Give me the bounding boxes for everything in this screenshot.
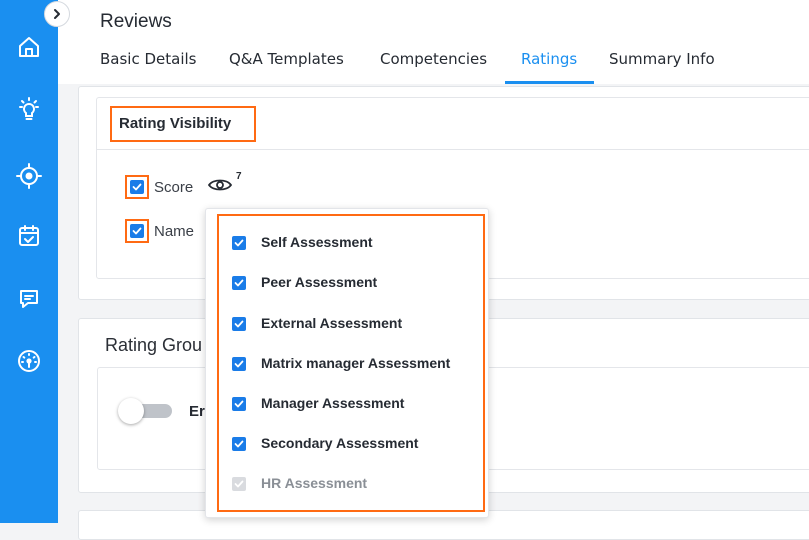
hr-assessment-checkbox [232,477,246,491]
tab-summary-info[interactable]: Summary Info [609,50,715,68]
self-assessment-checkbox[interactable] [232,236,246,250]
manager-assessment-checkbox[interactable] [232,397,246,411]
option-label: External Assessment [261,315,403,331]
option-label: Secondary Assessment [261,435,419,451]
toggle-knob [118,398,144,424]
tab-competencies[interactable]: Competencies [380,50,487,68]
divider [97,149,809,150]
option-label: Peer Assessment [261,274,378,290]
external-assessment-checkbox[interactable] [232,317,246,331]
peer-assessment-checkbox[interactable] [232,276,246,290]
option-label: HR Assessment [261,475,368,491]
rating-group-toggle[interactable] [118,398,172,424]
tab-basic-details[interactable]: Basic Details [100,50,196,68]
rating-visibility-title: Rating Visibility [110,106,256,142]
chat-icon[interactable] [15,285,43,313]
name-checkbox[interactable] [130,224,144,238]
visibility-roles-dropdown: Self Assessment Peer Assessment External… [205,208,489,518]
sidebar [0,0,58,523]
page-header: Reviews Basic Details Q&A Templates Comp… [58,0,809,84]
eye-icon[interactable] [207,177,233,198]
home-icon[interactable] [15,33,43,61]
tab-ratings[interactable]: Ratings [521,50,577,68]
visibility-count-badge: 7 [236,171,242,182]
option-label: Matrix manager Assessment [261,355,451,371]
sidebar-collapse-button[interactable] [44,1,70,27]
option-label: Manager Assessment [261,395,405,411]
gauge-icon[interactable] [15,347,43,375]
rating-group-toggle-label: Er [189,403,205,420]
secondary-assessment-checkbox[interactable] [232,437,246,451]
tab-qa-templates[interactable]: Q&A Templates [229,50,344,68]
active-tab-indicator [505,81,594,84]
target-icon[interactable] [15,162,43,190]
score-label: Score [154,179,194,196]
bulb-icon[interactable] [15,95,43,123]
page-title: Reviews [100,11,172,32]
calendar-check-icon[interactable] [15,222,43,250]
name-label: Name [154,223,195,240]
score-checkbox[interactable] [130,180,144,194]
matrix-manager-assessment-checkbox[interactable] [232,357,246,371]
rating-group-title: Rating Grou [105,335,203,355]
option-label: Self Assessment [261,234,373,250]
chevron-right-icon [54,9,60,19]
